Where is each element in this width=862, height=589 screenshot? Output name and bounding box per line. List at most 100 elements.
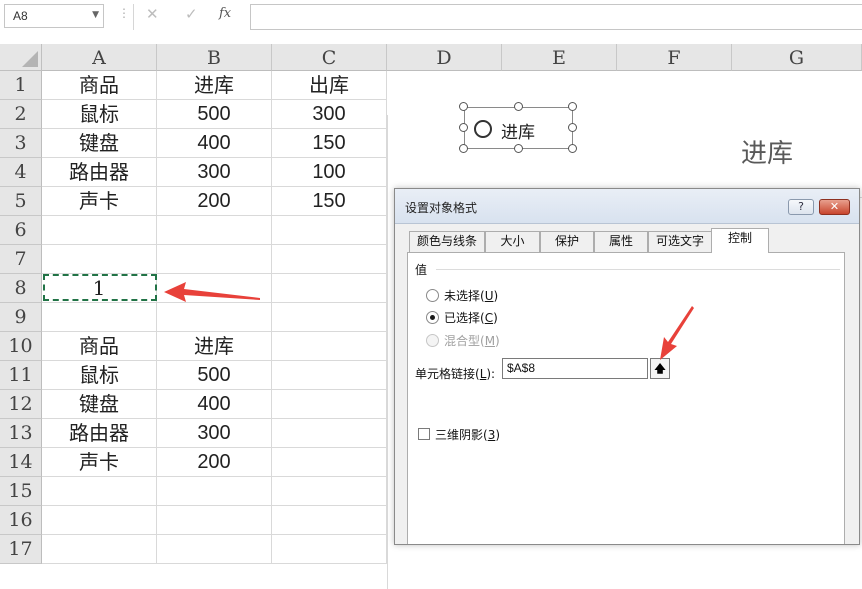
tab-size[interactable]: 大小 [485, 231, 540, 252]
empty-cell[interactable] [157, 245, 272, 274]
tab-alt-text[interactable]: 可选文字 [648, 231, 712, 252]
row-header-15[interactable]: 15 [0, 477, 42, 506]
table-header-cell[interactable]: 商品 [42, 332, 157, 361]
row-header-17[interactable]: 17 [0, 535, 42, 564]
insert-function-icon[interactable]: fx [219, 6, 231, 21]
option-button-control[interactable]: 进库 [459, 102, 577, 153]
empty-cell[interactable] [157, 477, 272, 506]
table-cell[interactable]: 300 [157, 158, 272, 187]
row-header-10[interactable]: 10 [0, 332, 42, 361]
empty-cell[interactable] [272, 477, 387, 506]
resize-handle[interactable] [459, 123, 468, 132]
table-cell[interactable]: 300 [272, 100, 387, 129]
resize-handle[interactable] [459, 102, 468, 111]
tab-protection[interactable]: 保护 [540, 231, 594, 252]
table-cell[interactable]: 200 [157, 187, 272, 216]
column-header-g[interactable]: G [732, 44, 862, 71]
empty-cell[interactable] [272, 361, 387, 390]
resize-handle[interactable] [568, 102, 577, 111]
row-header-6[interactable]: 6 [0, 216, 42, 245]
empty-cell[interactable] [272, 448, 387, 477]
table-cell[interactable]: 键盘 [42, 129, 157, 158]
select-all-button[interactable] [0, 44, 42, 71]
empty-cell[interactable] [42, 216, 157, 245]
radio-checked[interactable] [426, 311, 439, 324]
table-cell[interactable]: 500 [157, 361, 272, 390]
column-header-a[interactable]: A [42, 44, 157, 71]
chart-title[interactable]: 进库 [741, 133, 793, 170]
table-cell[interactable]: 鼠标 [42, 361, 157, 390]
table-cell[interactable]: 150 [272, 129, 387, 158]
resize-handle[interactable] [568, 123, 577, 132]
table-header-cell[interactable]: 商品 [42, 71, 157, 100]
column-header-c[interactable]: C [272, 44, 387, 71]
table-cell[interactable]: 500 [157, 100, 272, 129]
row-header-13[interactable]: 13 [0, 419, 42, 448]
table-header-cell[interactable]: 出库 [272, 71, 387, 100]
table-cell[interactable]: 声卡 [42, 187, 157, 216]
cell-link-input[interactable]: $A$8 [502, 358, 648, 379]
empty-cell[interactable] [157, 535, 272, 564]
empty-cell[interactable] [272, 245, 387, 274]
row-header-2[interactable]: 2 [0, 100, 42, 129]
empty-cell[interactable] [272, 216, 387, 245]
cancel-icon[interactable]: ✕ [146, 5, 159, 23]
table-cell[interactable]: 200 [157, 448, 272, 477]
radio-unchecked[interactable] [426, 289, 439, 302]
row-header-16[interactable]: 16 [0, 506, 42, 535]
column-header-e[interactable]: E [502, 44, 617, 71]
empty-cell[interactable] [42, 477, 157, 506]
tab-colors-lines[interactable]: 颜色与线条 [409, 231, 485, 252]
table-cell[interactable]: 路由器 [42, 419, 157, 448]
empty-cell[interactable] [272, 535, 387, 564]
table-header-cell[interactable]: 进库 [157, 71, 272, 100]
row-header-4[interactable]: 4 [0, 158, 42, 187]
row-header-5[interactable]: 5 [0, 187, 42, 216]
row-header-7[interactable]: 7 [0, 245, 42, 274]
empty-cell[interactable] [157, 216, 272, 245]
drag-handle-icon[interactable]: ⋮ [118, 6, 130, 20]
empty-cell[interactable] [272, 506, 387, 535]
row-header-8[interactable]: 8 [0, 274, 42, 303]
enter-icon[interactable]: ✓ [185, 5, 198, 23]
row-header-14[interactable]: 14 [0, 448, 42, 477]
name-box[interactable]: A8 ▼ [4, 4, 104, 28]
empty-cell[interactable] [272, 274, 387, 303]
table-cell[interactable]: 鼠标 [42, 100, 157, 129]
empty-cell[interactable] [42, 303, 157, 332]
help-button[interactable]: ? [788, 199, 814, 215]
chevron-down-icon[interactable]: ▼ [92, 10, 99, 20]
table-cell[interactable]: 路由器 [42, 158, 157, 187]
table-cell[interactable]: 键盘 [42, 390, 157, 419]
column-header-d[interactable]: D [387, 44, 502, 71]
table-header-cell[interactable]: 进库 [157, 332, 272, 361]
table-cell[interactable]: 150 [272, 187, 387, 216]
close-button[interactable]: ✕ [819, 199, 850, 215]
empty-cell[interactable] [272, 419, 387, 448]
formula-input[interactable] [250, 4, 862, 30]
empty-cell[interactable] [42, 506, 157, 535]
tab-control[interactable]: 控制 [711, 228, 769, 253]
row-header-11[interactable]: 11 [0, 361, 42, 390]
table-cell[interactable]: 400 [157, 129, 272, 158]
column-header-b[interactable]: B [157, 44, 272, 71]
table-cell[interactable]: 声卡 [42, 448, 157, 477]
row-header-1[interactable]: 1 [0, 71, 42, 100]
resize-handle[interactable] [568, 144, 577, 153]
tab-properties[interactable]: 属性 [594, 231, 648, 252]
empty-cell[interactable] [157, 303, 272, 332]
resize-handle[interactable] [514, 102, 523, 111]
row-header-3[interactable]: 3 [0, 129, 42, 158]
empty-cell[interactable] [42, 535, 157, 564]
dialog-titlebar[interactable]: 设置对象格式 ? ✕ [395, 189, 859, 224]
empty-cell[interactable] [157, 506, 272, 535]
resize-handle[interactable] [459, 144, 468, 153]
empty-cell[interactable] [272, 390, 387, 419]
column-header-f[interactable]: F [617, 44, 732, 71]
row-header-9[interactable]: 9 [0, 303, 42, 332]
table-cell[interactable]: 100 [272, 158, 387, 187]
table-cell[interactable]: 300 [157, 419, 272, 448]
3d-shading-checkbox[interactable] [418, 428, 430, 440]
empty-cell[interactable] [272, 332, 387, 361]
empty-cell[interactable] [272, 303, 387, 332]
